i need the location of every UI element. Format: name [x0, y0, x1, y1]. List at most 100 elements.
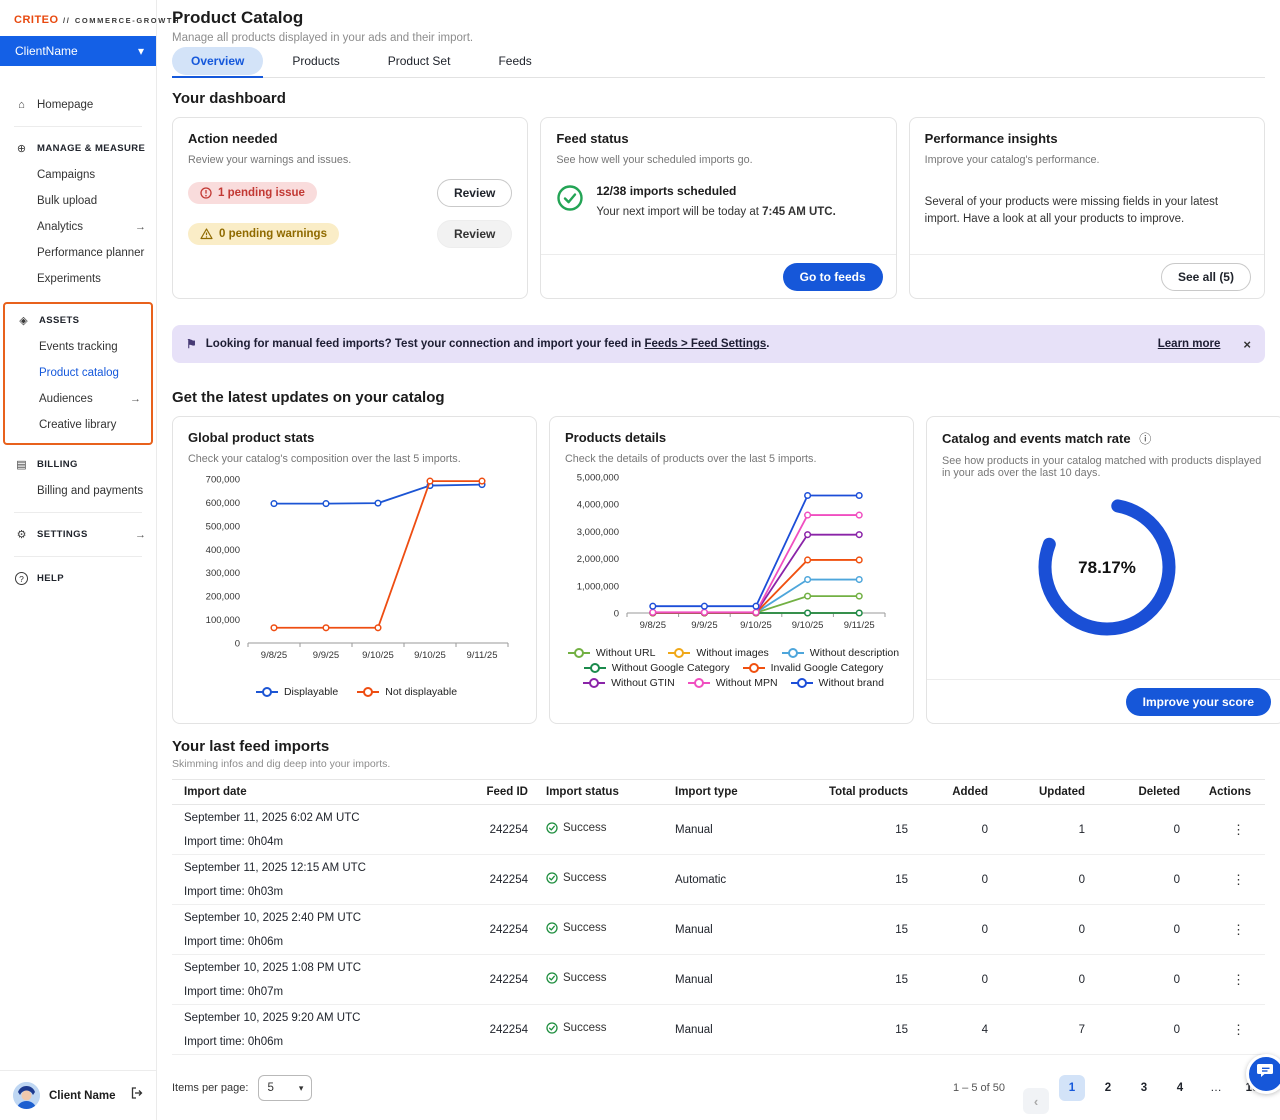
- page-subtitle: Manage all products displayed in your ad…: [172, 32, 1265, 44]
- deleted-cell: 0: [1085, 824, 1180, 836]
- legend-item[interactable]: Without MPN: [687, 677, 778, 689]
- tab-products[interactable]: Products: [273, 52, 358, 77]
- row-actions-kebab-icon[interactable]: ⋮: [1180, 972, 1265, 988]
- deleted-cell: 0: [1085, 924, 1180, 936]
- col-added: Added: [908, 786, 988, 798]
- sidebar-item-audiences[interactable]: Audiences →: [5, 386, 151, 412]
- tab-overview[interactable]: Overview: [172, 52, 263, 77]
- go-to-feeds-button[interactable]: Go to feeds: [783, 263, 883, 291]
- sidebar-item-performance-planner[interactable]: Performance planner: [0, 240, 156, 266]
- legend-marker: [781, 647, 805, 659]
- sidebar-item-campaigns[interactable]: Campaigns: [0, 162, 156, 188]
- chart-legend: Displayable Not displayable: [188, 686, 524, 698]
- insights-body: Several of your products were missing fi…: [925, 194, 1249, 229]
- page-button-3[interactable]: 3: [1131, 1075, 1157, 1101]
- table-row[interactable]: September 11, 2025 6:02 AM UTCImport tim…: [172, 805, 1265, 855]
- sidebar-item-experiments[interactable]: Experiments: [0, 266, 156, 292]
- sidebar-item-homepage[interactable]: ⌂ Homepage: [0, 92, 156, 118]
- arrow-right-icon: →: [135, 529, 146, 541]
- legend-item[interactable]: Without brand: [790, 677, 884, 689]
- imports-subtitle: Skimming infos and dig deep into your im…: [172, 758, 1265, 770]
- improve-score-button[interactable]: Improve your score: [1126, 688, 1271, 716]
- import-date-cell: September 10, 2025 1:08 PM UTCImport tim…: [172, 962, 472, 998]
- card-desc: Review your warnings and issues.: [188, 154, 512, 166]
- match-rate-donut: 78.17%: [942, 483, 1272, 660]
- legend-item[interactable]: Without Google Category: [583, 662, 730, 674]
- feed-settings-link[interactable]: Feeds > Feed Settings: [645, 338, 767, 350]
- sidebar-item-product-catalog[interactable]: Product catalog: [5, 360, 151, 386]
- table-row[interactable]: September 10, 2025 2:40 PM UTCImport tim…: [172, 905, 1265, 955]
- pagination-bar: Items per page: 5 ▾ 1 – 5 of 50 ‹ 1234…1…: [172, 1062, 1265, 1114]
- sidebar-item-analytics[interactable]: Analytics →: [0, 214, 156, 240]
- svg-text:400,000: 400,000: [206, 545, 240, 556]
- issue-badge-label: 1 pending issue: [218, 187, 305, 199]
- catalog-cards: Global product stats Check your catalog'…: [172, 416, 1265, 724]
- sidebar-item-label: Creative library: [39, 419, 116, 431]
- row-actions-kebab-icon[interactable]: ⋮: [1180, 1022, 1265, 1038]
- page-button-4[interactable]: 4: [1167, 1075, 1193, 1101]
- dashboard-cards: Action needed Review your warnings and i…: [172, 117, 1265, 299]
- match-rate-value: 78.17%: [942, 483, 1272, 655]
- learn-more-link[interactable]: Learn more: [1158, 338, 1221, 350]
- see-all-button[interactable]: See all (5): [1161, 263, 1251, 291]
- tab-label: Products: [273, 47, 358, 75]
- chart-title: Catalog and events match rate ⓘ: [942, 430, 1272, 447]
- sidebar-item-settings[interactable]: ⚙ SETTINGS →: [0, 521, 156, 548]
- imports-heading: Your last feed imports: [172, 738, 1265, 755]
- sidebar-item-events-tracking[interactable]: Events tracking: [5, 334, 151, 360]
- import-status-cell: Success: [528, 872, 658, 887]
- table-header-row: Import date Feed ID Import status Import…: [172, 779, 1265, 805]
- table-row[interactable]: September 10, 2025 9:20 AM UTCImport tim…: [172, 1005, 1265, 1055]
- legend-marker: [567, 647, 591, 659]
- review-issues-button[interactable]: Review: [437, 179, 512, 207]
- criteo-logo: CRITEO // COMMERCE-GROWTH: [0, 0, 156, 28]
- sidebar-item-label: Performance planner: [37, 247, 144, 259]
- chat-widget-button[interactable]: [1246, 1054, 1280, 1094]
- svg-text:1,000,000: 1,000,000: [577, 581, 619, 592]
- page-button-2[interactable]: 2: [1095, 1075, 1121, 1101]
- user-name: Client Name: [49, 1090, 121, 1102]
- sidebar-item-billing-payments[interactable]: Billing and payments: [0, 478, 156, 504]
- flag-icon: ⚑: [186, 337, 197, 351]
- imports-table-body: September 11, 2025 6:02 AM UTCImport tim…: [172, 805, 1265, 1055]
- sidebar-item-label: HELP: [37, 573, 64, 584]
- next-import-text: Your next import will be today at 7:45 A…: [596, 206, 835, 218]
- card-title: Action needed: [188, 131, 512, 146]
- sidebar-item-creative-library[interactable]: Creative library: [5, 412, 151, 438]
- assets-highlight-box: ◈ ASSETS Events tracking Product catalog…: [3, 302, 153, 445]
- added-cell: 0: [908, 974, 988, 986]
- page-button-1[interactable]: 1: [1059, 1075, 1085, 1101]
- import-type-cell: Manual: [658, 974, 828, 986]
- sidebar-item-help[interactable]: ? HELP: [0, 565, 156, 592]
- items-per-page-select[interactable]: 5 ▾: [258, 1075, 312, 1101]
- svg-text:200,000: 200,000: [206, 592, 240, 603]
- avatar: [13, 1082, 40, 1109]
- logout-icon[interactable]: [130, 1086, 144, 1105]
- table-row[interactable]: September 11, 2025 12:15 AM UTCImport ti…: [172, 855, 1265, 905]
- info-icon[interactable]: ⓘ: [1139, 432, 1151, 446]
- client-selector[interactable]: ClientName ▾: [0, 36, 156, 66]
- legend-item[interactable]: Not displayable: [356, 686, 457, 698]
- sidebar-item-bulk-upload[interactable]: Bulk upload: [0, 188, 156, 214]
- review-warnings-button[interactable]: Review: [437, 220, 512, 248]
- sidebar-item-label: Bulk upload: [37, 195, 97, 207]
- sidebar-nav: ⌂ Homepage ⊕ MANAGE & MEASURE Campaigns …: [0, 92, 156, 592]
- legend-item[interactable]: Without images: [667, 647, 768, 659]
- legend-item[interactable]: Without description: [781, 647, 899, 659]
- legend-item[interactable]: Without GTIN: [582, 677, 675, 689]
- previous-page-button[interactable]: ‹: [1023, 1088, 1049, 1114]
- row-actions-kebab-icon[interactable]: ⋮: [1180, 822, 1265, 838]
- row-actions-kebab-icon[interactable]: ⋮: [1180, 922, 1265, 938]
- close-icon[interactable]: ×: [1243, 337, 1251, 352]
- tab-feeds[interactable]: Feeds: [479, 52, 550, 77]
- total-products-cell: 15: [828, 874, 908, 886]
- row-actions-kebab-icon[interactable]: ⋮: [1180, 872, 1265, 888]
- legend-item[interactable]: Without URL: [567, 647, 656, 659]
- tab-product-set[interactable]: Product Set: [369, 52, 470, 77]
- total-products-cell: 15: [828, 824, 908, 836]
- legend-marker: [255, 686, 279, 698]
- legend-item[interactable]: Invalid Google Category: [742, 662, 884, 674]
- legend-item[interactable]: Displayable: [255, 686, 338, 698]
- table-row[interactable]: September 10, 2025 1:08 PM UTCImport tim…: [172, 955, 1265, 1005]
- user-account-row[interactable]: Client Name: [0, 1070, 156, 1120]
